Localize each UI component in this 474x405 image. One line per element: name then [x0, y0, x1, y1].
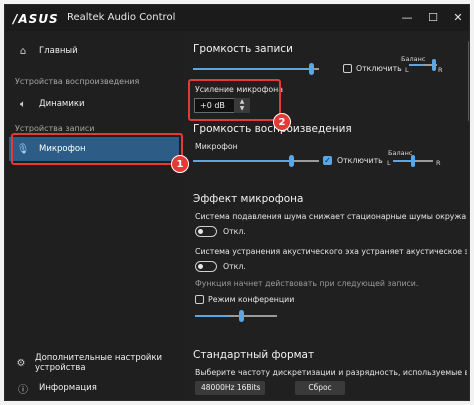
toggle-knob	[198, 264, 203, 269]
sidebar-item-label: Динамики	[39, 99, 85, 109]
sidebar-item-information[interactable]: ⓘ Информация	[9, 376, 179, 400]
chevron-up-icon[interactable]: ▲	[234, 98, 250, 105]
slider-fill	[393, 160, 413, 162]
scrollbar-thumb[interactable]	[468, 41, 469, 121]
scrollbar[interactable]	[467, 31, 469, 400]
reset-button[interactable]: Сброс	[295, 381, 345, 395]
app-title: Realtek Audio Control	[67, 12, 176, 23]
record-volume-title: Громкость записи	[193, 43, 293, 55]
format-description: Выберите частоту дискретизации и разрядн…	[195, 368, 469, 377]
app-window: /ASUS Realtek Audio Control — ☐ ✕ ⌂ Глав…	[4, 4, 470, 401]
noise-suppression-text: Система подавления шума снижает стациона…	[195, 212, 469, 221]
sidebar-item-label: Главный	[39, 46, 78, 56]
toggle-knob	[198, 229, 203, 234]
balance-right: R	[436, 159, 441, 167]
mic-effect-title: Эффект микрофона	[193, 193, 304, 205]
sidebar-item-advanced-settings[interactable]: ⚙ Дополнительные настройки устройства	[9, 351, 179, 375]
slider-fill	[193, 68, 313, 70]
record-volume-thumb[interactable]	[309, 63, 314, 75]
conference-level-thumb[interactable]	[239, 310, 244, 322]
balance-thumb[interactable]	[411, 155, 415, 167]
step-badge-2: 2	[273, 113, 291, 131]
slider-fill	[409, 64, 423, 66]
section-playback-devices: Устройства воспроизведения	[15, 77, 140, 86]
minimize-button[interactable]: —	[397, 9, 417, 27]
mute-label: Отключить	[337, 156, 383, 165]
balance-label: Баланс	[388, 149, 413, 157]
noise-suppression-toggle[interactable]	[195, 226, 217, 237]
sidebar-item-label: Дополнительные настройки устройства	[34, 353, 163, 373]
noise-toggle-label: Откл.	[223, 227, 246, 236]
balance-right-top: R	[438, 66, 443, 74]
default-format-title: Стандартный формат	[193, 349, 315, 361]
balance-left: L	[387, 159, 391, 167]
mic-label: Микрофон	[195, 142, 238, 151]
balance-left-top: L	[405, 66, 409, 74]
conference-level-slider[interactable]	[195, 315, 277, 317]
echo-cancel-text: Система устранения акустического эха уст…	[195, 247, 469, 256]
sidebar-item-label: Информация	[39, 383, 97, 393]
gear-icon: ⚙	[16, 357, 26, 369]
echo-cancel-toggle[interactable]	[195, 261, 217, 272]
playback-volume-title: Громкость воспроизведения	[193, 123, 352, 135]
echo-hint: Функция начнет действовать при следующей…	[195, 279, 419, 288]
section-recording-devices: Устройства записи	[15, 124, 95, 133]
conference-mode-label: Режим конференции	[208, 295, 295, 304]
step-badge-1: 1	[171, 155, 189, 173]
balance-thumb-top[interactable]	[432, 59, 436, 71]
slider-fill	[195, 315, 228, 317]
sidebar-item-speakers[interactable]: 🔈︎ Динамики	[9, 92, 179, 116]
sidebar: ⌂ Главный Устройства воспроизведения 🔈︎ …	[5, 31, 183, 400]
mute-label-top: Отключить	[356, 64, 402, 73]
speaker-icon: 🔈︎	[20, 98, 26, 110]
sidebar-item-home[interactable]: ⌂ Главный	[9, 39, 179, 63]
close-button[interactable]: ✕	[448, 9, 468, 27]
format-select[interactable]: 48000Hz 16Bits	[195, 381, 265, 395]
mute-checkbox[interactable]: ✓	[323, 156, 332, 165]
echo-toggle-label: Откл.	[223, 262, 246, 271]
mute-checkbox-top[interactable]	[343, 64, 352, 73]
slider-fill	[193, 160, 292, 162]
maximize-button[interactable]: ☐	[423, 9, 443, 27]
info-icon: ⓘ	[18, 384, 28, 396]
record-volume-slider[interactable]	[193, 68, 319, 70]
asus-logo: /ASUS	[13, 12, 59, 26]
mic-volume-thumb[interactable]	[289, 155, 294, 167]
microphone-highlight	[11, 133, 183, 165]
title-bar: /ASUS Realtek Audio Control — ☐ ✕	[5, 5, 469, 31]
chevron-down-icon[interactable]: ▼	[234, 105, 250, 112]
mic-volume-slider[interactable]	[193, 160, 319, 162]
home-icon: ⌂	[19, 45, 27, 57]
conference-mode-checkbox[interactable]	[195, 295, 204, 304]
mic-boost-stepper[interactable]: ▲ ▼	[234, 98, 250, 113]
balance-label-top: Баланс	[401, 55, 426, 63]
